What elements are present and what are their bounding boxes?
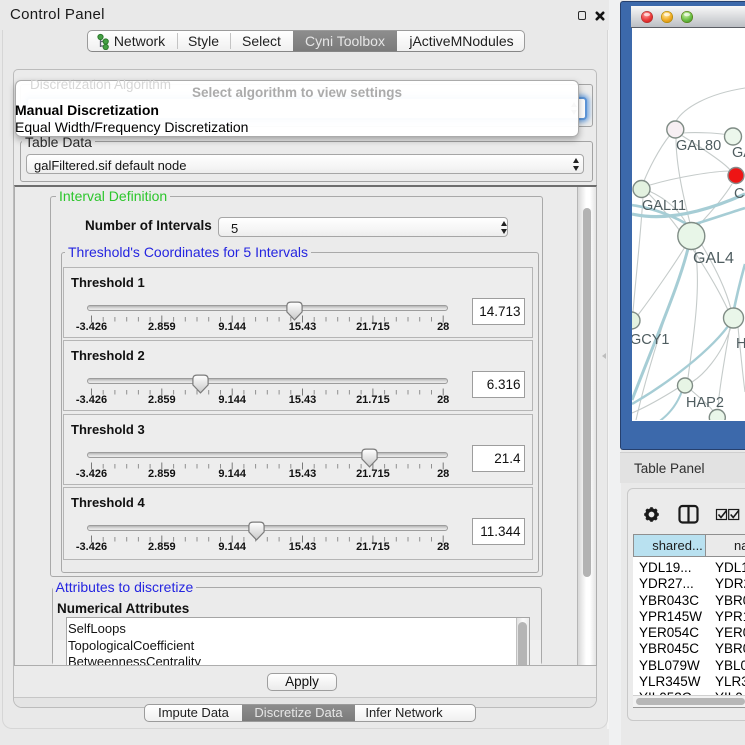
svg-text:H: H xyxy=(736,336,745,352)
svg-text:GA: GA xyxy=(732,145,745,161)
svg-text:C: C xyxy=(734,186,744,202)
svg-text:GAL80: GAL80 xyxy=(676,138,721,154)
svg-text:GAL11: GAL11 xyxy=(642,198,686,214)
svg-text:HAP2: HAP2 xyxy=(686,395,724,411)
svg-text:GCY1: GCY1 xyxy=(632,332,670,348)
svg-text:GAL4: GAL4 xyxy=(693,250,734,267)
